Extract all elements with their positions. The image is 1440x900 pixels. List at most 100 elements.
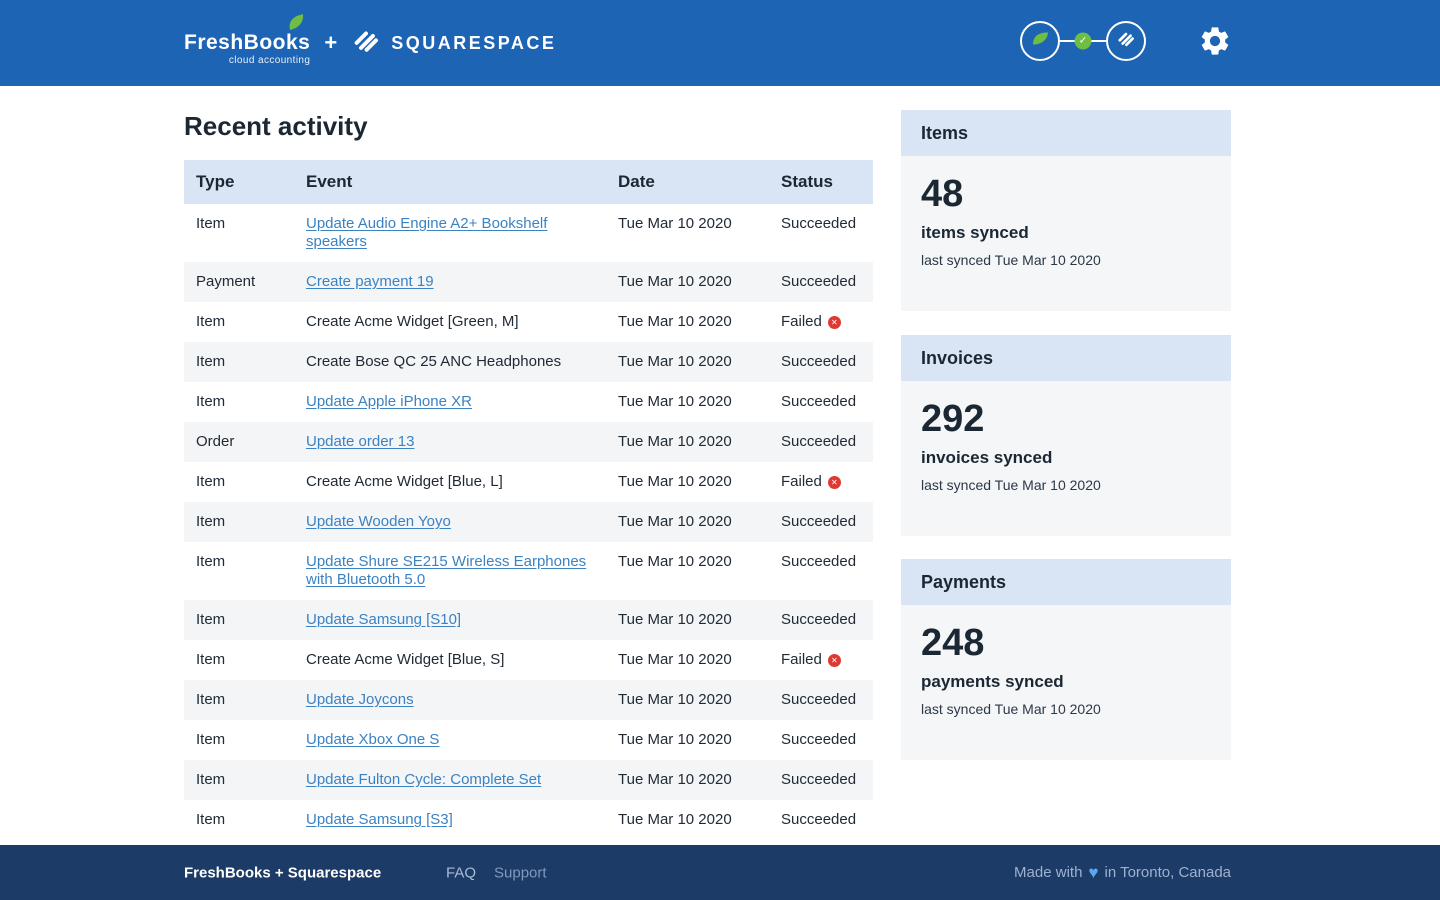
- row-date: Tue Mar 10 2020: [606, 204, 769, 262]
- table-row: Item Update Samsung [S3] Tue Mar 10 2020…: [184, 800, 873, 840]
- card-title: Invoices: [901, 335, 1231, 381]
- support-link[interactable]: Support: [494, 864, 547, 881]
- row-event-link[interactable]: Update Apple iPhone XR: [294, 382, 606, 422]
- sync-check-icon: ✓: [1075, 33, 1092, 50]
- activity-table-body: Item Update Audio Engine A2+ Bookshelf s…: [184, 204, 873, 840]
- row-date: Tue Mar 10 2020: [606, 760, 769, 800]
- table-row: Item Update Apple iPhone XR Tue Mar 10 2…: [184, 382, 873, 422]
- row-type: Item: [184, 502, 294, 542]
- row-status: Succeeded: [769, 204, 873, 262]
- row-status-text: Succeeded: [781, 273, 856, 290]
- sync-squarespace-circle: [1106, 21, 1146, 61]
- made-with-text: Made with: [1014, 864, 1082, 881]
- row-date: Tue Mar 10 2020: [606, 382, 769, 422]
- table-row: Item Update Shure SE215 Wireless Earphon…: [184, 542, 873, 600]
- freshbooks-tagline: cloud accounting: [184, 55, 310, 66]
- card-body: 248 payments synced last synced Tue Mar …: [901, 605, 1231, 760]
- location-text: in Toronto, Canada: [1105, 864, 1231, 881]
- card-body: 48 items synced last synced Tue Mar 10 2…: [901, 156, 1231, 311]
- column-header-type: Type: [184, 160, 294, 204]
- row-event-link[interactable]: Update Audio Engine A2+ Bookshelf speake…: [294, 204, 606, 262]
- row-event-text: Create Bose QC 25 ANC Headphones: [294, 342, 606, 382]
- row-type: Item: [184, 680, 294, 720]
- plus-connector: +: [324, 30, 337, 56]
- row-status-text: Succeeded: [781, 513, 856, 530]
- table-row: Item Update Audio Engine A2+ Bookshelf s…: [184, 204, 873, 262]
- error-icon: ✕: [828, 654, 841, 667]
- squarespace-logo: SQUARESPACE: [351, 26, 556, 61]
- page-title: Recent activity: [184, 111, 368, 142]
- freshbooks-logo: FreshBooks cloud accounting: [184, 20, 310, 66]
- footer-made-with: Made with ♥ in Toronto, Canada: [1014, 863, 1231, 883]
- row-date: Tue Mar 10 2020: [606, 422, 769, 462]
- row-event-link[interactable]: Update Wooden Yoyo: [294, 502, 606, 542]
- row-status: Failed ✕: [769, 462, 873, 502]
- row-event-link[interactable]: Update order 13: [294, 422, 606, 462]
- table-row: Item Update Fulton Cycle: Complete Set T…: [184, 760, 873, 800]
- row-status-text: Succeeded: [781, 433, 856, 450]
- row-status-text: Failed: [781, 473, 822, 490]
- row-type: Item: [184, 720, 294, 760]
- row-status: Succeeded: [769, 262, 873, 302]
- app-footer: FreshBooks + Squarespace FAQ Support Mad…: [0, 845, 1440, 900]
- row-event-link[interactable]: Create payment 19: [294, 262, 606, 302]
- table-row: Item Create Acme Widget [Blue, S] Tue Ma…: [184, 640, 873, 680]
- row-status: Succeeded: [769, 382, 873, 422]
- row-date: Tue Mar 10 2020: [606, 800, 769, 840]
- row-type: Item: [184, 204, 294, 262]
- row-date: Tue Mar 10 2020: [606, 302, 769, 342]
- row-type: Item: [184, 542, 294, 600]
- faq-link[interactable]: FAQ: [446, 864, 476, 881]
- row-type: Item: [184, 462, 294, 502]
- table-row: Payment Create payment 19 Tue Mar 10 202…: [184, 262, 873, 302]
- settings-gear-icon[interactable]: [1198, 24, 1232, 58]
- table-row: Item Create Bose QC 25 ANC Headphones Tu…: [184, 342, 873, 382]
- sync-status-indicator: ✓: [1020, 21, 1146, 61]
- column-header-event: Event: [294, 160, 606, 204]
- row-status-text: Succeeded: [781, 393, 856, 410]
- items-last-synced: last synced Tue Mar 10 2020: [921, 252, 1211, 268]
- row-date: Tue Mar 10 2020: [606, 720, 769, 760]
- payments-summary-card: Payments 248 payments synced last synced…: [901, 559, 1231, 760]
- payments-count: 248: [921, 623, 1211, 663]
- row-event-link[interactable]: Update Fulton Cycle: Complete Set: [294, 760, 606, 800]
- row-date: Tue Mar 10 2020: [606, 262, 769, 302]
- squarespace-wordmark: SQUARESPACE: [391, 33, 556, 54]
- row-status-text: Succeeded: [781, 691, 856, 708]
- row-status: Succeeded: [769, 680, 873, 720]
- row-status-text: Succeeded: [781, 353, 856, 370]
- row-date: Tue Mar 10 2020: [606, 680, 769, 720]
- row-status-text: Failed: [781, 651, 822, 668]
- table-row: Item Update Wooden Yoyo Tue Mar 10 2020 …: [184, 502, 873, 542]
- sync-connector-line: ✓: [1060, 40, 1106, 42]
- payments-count-label: payments synced: [921, 672, 1211, 692]
- row-status-text: Succeeded: [781, 611, 856, 628]
- column-header-date: Date: [606, 160, 769, 204]
- row-date: Tue Mar 10 2020: [606, 542, 769, 600]
- row-status: Succeeded: [769, 422, 873, 462]
- invoices-count: 292: [921, 399, 1211, 439]
- row-event-link[interactable]: Update Joycons: [294, 680, 606, 720]
- error-icon: ✕: [828, 476, 841, 489]
- row-type: Item: [184, 302, 294, 342]
- row-status: Succeeded: [769, 760, 873, 800]
- table-row: Item Create Acme Widget [Blue, L] Tue Ma…: [184, 462, 873, 502]
- sync-freshbooks-circle: [1020, 21, 1060, 61]
- row-event-link[interactable]: Update Xbox One S: [294, 720, 606, 760]
- row-event-link[interactable]: Update Samsung [S10]: [294, 600, 606, 640]
- items-count: 48: [921, 174, 1211, 214]
- table-row: Order Update order 13 Tue Mar 10 2020 Su…: [184, 422, 873, 462]
- table-row: Item Create Acme Widget [Green, M] Tue M…: [184, 302, 873, 342]
- row-status: Failed ✕: [769, 640, 873, 680]
- row-event-link[interactable]: Update Samsung [S3]: [294, 800, 606, 840]
- row-date: Tue Mar 10 2020: [606, 342, 769, 382]
- row-type: Item: [184, 760, 294, 800]
- app-page: FreshBooks cloud accounting + SQUARESPAC…: [0, 0, 1440, 900]
- recent-activity-table: Type Event Date Status Item Update Audio…: [184, 160, 873, 840]
- app-header: FreshBooks cloud accounting + SQUARESPAC…: [0, 0, 1440, 86]
- row-status-text: Failed: [781, 313, 822, 330]
- row-event-link[interactable]: Update Shure SE215 Wireless Earphones wi…: [294, 542, 606, 600]
- row-event-text: Create Acme Widget [Blue, L]: [294, 462, 606, 502]
- items-count-label: items synced: [921, 223, 1211, 243]
- row-type: Item: [184, 800, 294, 840]
